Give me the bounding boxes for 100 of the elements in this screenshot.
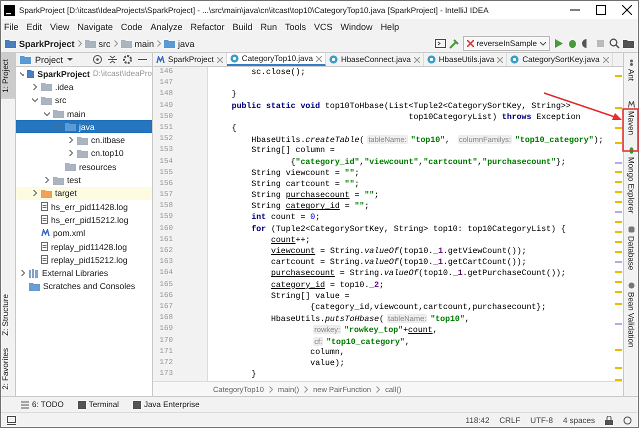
layout-icon[interactable] [7,416,16,424]
menu-item[interactable]: Help [380,22,400,32]
search-icon[interactable] [609,38,620,49]
tool-window-tab[interactable]: Maven [624,95,638,142]
debug-icon[interactable] [567,38,578,49]
editor-tab[interactable]: CategoryTop10.java [226,53,326,66]
tool-window-tab[interactable]: Ant [624,53,638,90]
tree-item[interactable]: replay_pid15212.log [16,253,152,266]
file-encoding[interactable]: UTF-8 [530,416,553,424]
tree-item[interactable]: External Libraries [16,266,152,280]
editor-tab[interactable]: SparkProject [153,53,227,66]
tool-window-tab[interactable]: 2: Favorites [1,342,15,396]
tree-item[interactable]: .idea [16,80,152,94]
chevron-icon [114,40,118,47]
menu-item[interactable]: Run [260,22,278,32]
tool-window-button[interactable]: Java Enterprise [132,400,200,409]
menu-item[interactable]: Build [232,22,252,32]
run-icon[interactable] [553,38,564,49]
cursor-position[interactable]: 118:42 [466,416,490,424]
code-line: for (Tuple2<CategorySortKey, String> top10: top10CategoryList) { [250,224,567,235]
tree-item[interactable]: hs_err_pid11428.log [16,200,152,214]
code-line: value); [309,358,346,370]
code-line: cartcount = String.valueOf(top10._1.getCartCount()); [270,257,528,268]
editor-tab[interactable]: HbaseConnect.java [326,53,424,66]
breadcrumb-item[interactable]: java [164,38,195,48]
menu-item[interactable]: View [50,22,70,32]
tool-window-button[interactable]: Terminal [78,400,119,409]
folder-icon [65,162,76,172]
code-line: } [250,369,258,380]
tool-window-tab[interactable]: Z: Structure [1,288,15,342]
code-line: int count = 0; [250,212,322,224]
tool-window-tab[interactable]: 1: Project [1,53,15,99]
collapse-icon[interactable] [107,54,118,65]
tree-item[interactable]: src [16,94,152,107]
folder-icon[interactable] [623,38,634,49]
tree-item[interactable]: Scratches and Consoles [16,280,152,294]
maven-icon [41,229,50,238]
menu-item[interactable]: Edit [26,22,42,32]
editor-tab[interactable]: CategorySortKey.java [507,53,613,66]
chevron-icon [268,386,273,392]
folder-icon [77,148,88,158]
tree-item[interactable]: cn.top10 [16,146,152,160]
file-icon [41,255,48,264]
line-separator[interactable]: CRLF [499,416,520,424]
tree-item[interactable]: replay_pid11428.log [16,240,152,254]
tool-window-tab[interactable]: Mongo Explorer [624,141,638,220]
breadcrumb-item[interactable]: SparkProject [5,38,75,48]
app-logo-icon [4,4,15,16]
tree-item[interactable]: target [16,186,152,200]
code-line: purchasecount = String.valueOf(top10._1.getPurchaseCount()); [270,268,567,280]
library-icon [29,268,39,278]
tree-item[interactable]: hs_err_pid15212.log [16,213,152,227]
chevron-icon [78,40,82,47]
menu-item[interactable]: Tools [285,22,306,32]
tree-item[interactable]: main [16,106,152,120]
indent-setting[interactable]: 4 spaces [562,416,595,424]
code-line: String viewcount = ""; [250,168,360,179]
tree-item[interactable]: pom.xml [16,226,152,240]
tree-item[interactable]: cn.itbase [16,133,152,147]
menu-item[interactable]: Window [340,22,373,32]
folder-icon [65,122,76,132]
menu-item[interactable]: VCS [314,22,333,32]
code-line: {category_id,viewcount,cartcount,purchasecount}; [309,302,548,314]
tree-item[interactable]: test [16,173,152,187]
settings-icon[interactable] [122,54,133,65]
menu-item[interactable]: Code [120,22,142,32]
folder-icon [41,188,52,198]
tree-item[interactable]: resources [16,160,152,174]
close-icon[interactable] [622,5,632,15]
folder-icon [27,69,34,78]
caret-icon[interactable] [67,58,74,62]
window-icon[interactable] [434,38,446,49]
menu-item[interactable]: Navigate [77,22,113,32]
menu-item[interactable]: Analyze [150,22,182,32]
tool-window-tab[interactable]: Bean Validation [624,276,638,354]
tool-window-tab[interactable]: Database [624,220,638,276]
tree-item[interactable]: java [16,120,152,134]
folder-icon [29,282,40,291]
tool-window-button[interactable]: 6: TODO [21,400,64,409]
breadcrumb-item[interactable]: main [120,38,154,48]
file-icon [41,242,48,251]
tree-item[interactable]: SparkProject D:\itcast\IdeaPro [16,67,152,80]
folder-icon [41,96,52,105]
annotation-frame [622,108,639,152]
hammer-icon[interactable] [448,38,460,49]
chevron-icon [304,386,308,392]
lock-icon[interactable] [605,416,613,424]
breadcrumb-item[interactable]: src [84,38,111,48]
inspector-icon[interactable] [623,416,632,424]
panel-title[interactable]: Project [35,54,64,64]
run-configuration-dropdown[interactable]: reverseInSample [462,36,550,51]
window-icon [78,400,86,408]
maximize-icon[interactable] [596,5,606,15]
code-line: top10CategoryList) throws Exception [408,112,582,123]
window-title: SparkProject [D:\itcast\IdeaProjects\SparkProject] - ...\src\main\java\cn\itcast\top10\CategoryTop10.java [SparkProject] - IntelliJ IDEA [19,6,490,14]
menu-item[interactable]: Refactor [190,22,224,32]
menu-item[interactable]: File [4,22,19,32]
chevron-icon [376,386,380,392]
editor-tab[interactable]: HbaseUtils.java [424,53,508,66]
target-icon[interactable] [92,54,103,65]
